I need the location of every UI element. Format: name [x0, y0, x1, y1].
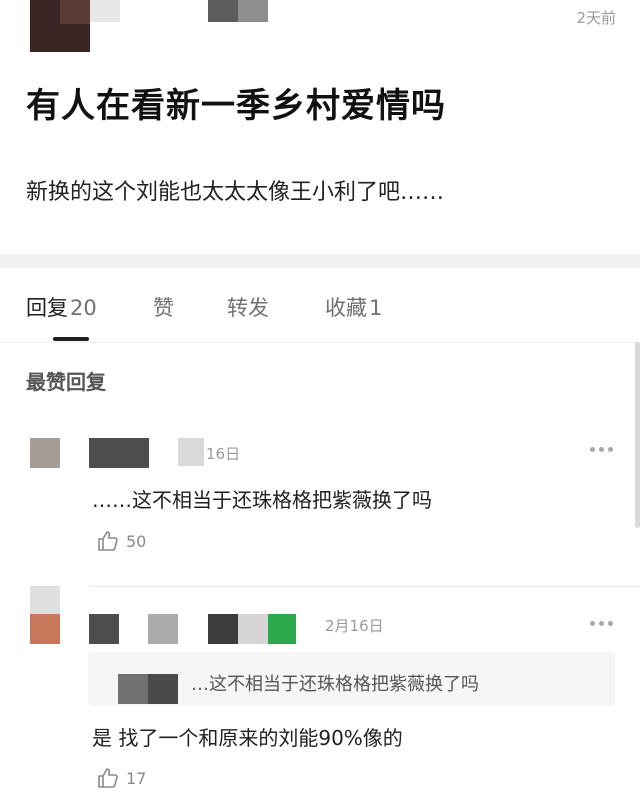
thumbs-up-icon — [98, 531, 118, 551]
scrollbar[interactable] — [635, 342, 640, 528]
comment-2-username-3 — [208, 614, 238, 644]
comment-1-like-button[interactable]: 50 — [96, 529, 146, 553]
tab-shares[interactable]: 转发 — [227, 292, 269, 322]
active-tab-indicator — [53, 337, 89, 341]
author-avatar-detail — [60, 0, 90, 24]
author-name[interactable] — [90, 0, 120, 22]
post-time: 2天前 — [576, 9, 616, 27]
comment-1-more-icon[interactable] — [590, 445, 616, 453]
comment-1-username-2 — [178, 438, 204, 466]
thumbs-up-icon — [98, 768, 118, 788]
post-title: 有人在看新一季乡村爱情吗 — [26, 86, 446, 126]
section-separator — [0, 254, 640, 268]
comment-2-username[interactable] — [89, 614, 119, 644]
comment-1-date: 16日 — [206, 445, 241, 463]
comment-2-avatar[interactable] — [30, 614, 60, 644]
tab-replies-label: 回复 — [26, 296, 68, 320]
top-replies-label: 最赞回复 — [26, 370, 106, 394]
tab-favorites-count: 1 — [369, 296, 383, 320]
tab-shares-label: 转发 — [227, 296, 269, 320]
comment-divider — [90, 586, 640, 587]
tab-replies[interactable]: 回复20 — [26, 292, 97, 322]
tab-likes[interactable]: 赞 — [153, 292, 174, 322]
author-meta-2 — [238, 0, 268, 22]
comment-2-avatar-top — [30, 586, 60, 614]
tab-favorites[interactable]: 收藏1 — [325, 292, 382, 322]
comment-1-username[interactable] — [89, 438, 149, 468]
comment-2-like-count: 17 — [126, 768, 147, 788]
author-meta — [208, 0, 238, 22]
comment-2-username-2 — [148, 614, 178, 644]
post-body: 新换的这个刘能也太太太像王小利了吧…… — [26, 180, 445, 205]
comment-2-username-4 — [238, 614, 268, 644]
comment-1-text: ……这不相当于还珠格格把紫薇换了吗 — [92, 488, 432, 512]
quoted-user — [118, 674, 148, 704]
comment-1-like-count: 50 — [126, 531, 147, 551]
tab-favorites-label: 收藏 — [325, 296, 367, 320]
quoted-user-2 — [148, 674, 178, 704]
comment-2-more-icon[interactable] — [590, 619, 616, 627]
tab-replies-count: 20 — [70, 296, 97, 320]
comment-1-avatar[interactable] — [30, 438, 60, 468]
tab-likes-label: 赞 — [153, 296, 174, 320]
tab-bar: 回复20 赞 转发 收藏1 — [0, 268, 640, 343]
quoted-reply-text: …这不相当于还珠格格把紫薇换了吗 — [191, 674, 479, 695]
comment-2-like-button[interactable]: 17 — [96, 766, 146, 790]
comment-2-text: 是 找了一个和原来的刘能90%像的 — [92, 726, 403, 750]
comment-2-date: 2月16日 — [325, 617, 384, 635]
comment-2-badge — [268, 614, 296, 644]
